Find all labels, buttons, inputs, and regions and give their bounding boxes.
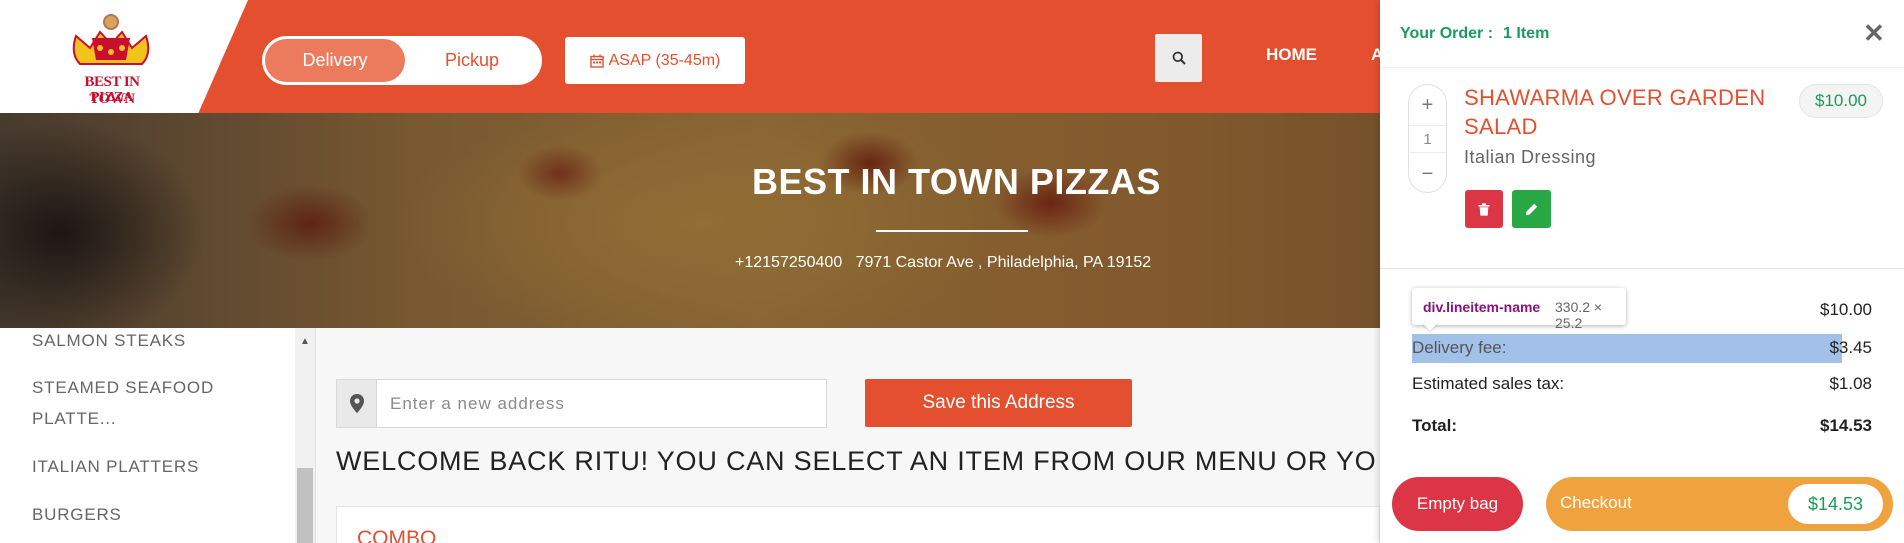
close-icon[interactable]: ✕: [1863, 20, 1885, 46]
scroll-up-arrow-icon[interactable]: ▲: [300, 336, 310, 347]
order-header: Your Order : 1 Item: [1400, 25, 1549, 43]
menu-section-title: COMBO: [357, 527, 437, 543]
restaurant-address: 7971 Castor Ave , Philadelphia, PA 19152: [855, 254, 1152, 271]
crown-icon: [72, 14, 150, 65]
trash-icon: [1478, 202, 1490, 216]
pickup-option[interactable]: Pickup: [405, 39, 539, 82]
tooltip-selector: div.lineitem-name: [1423, 299, 1541, 315]
search-icon: [1172, 51, 1186, 65]
delete-item-button[interactable]: [1465, 190, 1503, 228]
subtotal-value: $10.00: [1820, 300, 1872, 319]
nav-home-link[interactable]: HOME: [1266, 45, 1317, 65]
logo[interactable]: BEST IN TOWN PIZZA: [60, 6, 165, 108]
category-item-continued[interactable]: PLATTE...: [32, 409, 116, 429]
address-input[interactable]: [385, 380, 815, 427]
edit-item-button[interactable]: [1512, 190, 1551, 228]
asap-label: ASAP (35-45m): [608, 51, 721, 69]
delivery-fee-value: $3.45: [1829, 338, 1872, 357]
hero-divider: [876, 230, 1028, 232]
total-value: $14.53: [1820, 416, 1872, 435]
delivery-option[interactable]: Delivery: [265, 39, 405, 82]
line-item-option: Italian Dressing: [1464, 147, 1597, 167]
tooltip-arrow: [1422, 323, 1438, 331]
total-label: Total:: [1412, 416, 1458, 435]
address-field: [336, 379, 827, 428]
logo-subtext: PIZZA: [90, 90, 134, 105]
category-sidebar: SALMON STEAKS STEAMED SEAFOOD PLATTE... …: [0, 328, 316, 543]
total-row: Total: $14.53: [1412, 414, 1872, 439]
sales-tax-label: Estimated sales tax:: [1412, 374, 1565, 393]
delivery-fee-value-row: $3.45: [1412, 336, 1872, 361]
pencil-icon: [1525, 203, 1538, 215]
divider: [1380, 67, 1904, 68]
order-type-toggle: Delivery Pickup: [262, 36, 542, 85]
scroll-thumb[interactable]: [297, 468, 313, 543]
restaurant-phone: +12157250400: [735, 254, 843, 271]
tooltip-dimensions: 330.2 × 25.2: [1555, 299, 1603, 331]
increase-quantity-button[interactable]: +: [1409, 95, 1446, 115]
menu-section-card: COMBO: [336, 506, 1380, 543]
line-item-name: SHAWARMA OVER GARDEN SALAD: [1464, 85, 1766, 139]
line-item-price: $10.00: [1799, 84, 1883, 118]
checkout-button[interactable]: Checkout $14.53: [1546, 477, 1893, 531]
category-item[interactable]: ITALIAN PLATTERS: [32, 457, 199, 477]
category-item[interactable]: STEAMED SEAFOOD: [32, 378, 214, 398]
order-title: Your Order :: [1400, 25, 1494, 42]
sidebar-scrollbar[interactable]: ▲: [295, 328, 315, 543]
welcome-message: WELCOME BACK RITU! YOU CAN SELECT AN ITE…: [336, 446, 1377, 476]
quantity-stepper: + 1 −: [1408, 84, 1447, 193]
divider: [1380, 268, 1904, 269]
quantity-value[interactable]: 1: [1409, 125, 1446, 153]
asap-time-button[interactable]: ASAP (35-45m): [565, 37, 745, 84]
empty-bag-button[interactable]: Empty bag: [1392, 477, 1523, 531]
devtools-tooltip: div.lineitem-name 330.2 × 25.2: [1412, 288, 1626, 331]
search-button[interactable]: [1155, 34, 1202, 82]
hero-contact: +12157250400 7971 Castor Ave , Philadelp…: [735, 254, 1151, 272]
category-item[interactable]: BURGERS: [32, 505, 122, 525]
order-item-count: 1 Item: [1503, 25, 1550, 42]
sales-tax-value: $1.08: [1829, 374, 1872, 393]
map-pin-icon: [337, 380, 377, 427]
save-address-button[interactable]: Save this Address: [865, 379, 1132, 427]
category-item[interactable]: SALMON STEAKS: [32, 331, 186, 351]
calendar-icon: [589, 54, 604, 68]
checkout-total: $14.53: [1788, 484, 1883, 524]
page: BEST IN TOWN PIZZA Delivery Pickup ASAP …: [0, 0, 1904, 543]
restaurant-name: BEST IN TOWN PIZZAS: [752, 161, 1161, 202]
decrease-quantity-button[interactable]: −: [1409, 164, 1446, 184]
sales-tax-row: Estimated sales tax: $1.08: [1412, 372, 1872, 397]
order-panel: Your Order : 1 Item ✕ + 1 − SHAWARMA OVER…: [1380, 0, 1904, 543]
checkout-label: Checkout: [1560, 493, 1632, 512]
